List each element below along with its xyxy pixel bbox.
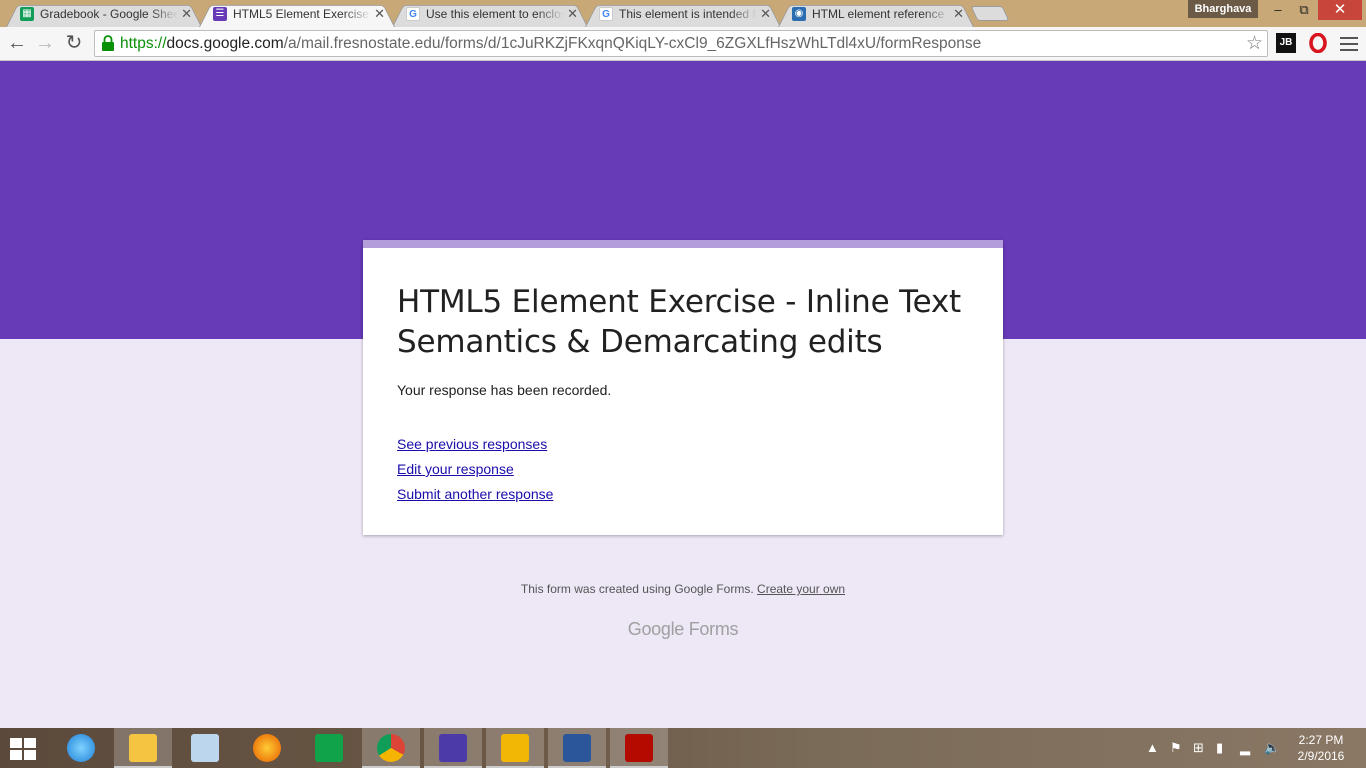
tab-gradebook[interactable]: ▦ Gradebook - Google Sheets ✕ [6, 2, 202, 27]
file-explorer-icon[interactable] [114, 728, 172, 768]
tab-title: HTML element reference - [812, 7, 950, 21]
address-bar[interactable]: https://docs.google.com/a/mail.fresnosta… [94, 30, 1268, 57]
chrome-icon[interactable] [362, 728, 420, 768]
url-text: https://docs.google.com/a/mail.fresnosta… [120, 35, 982, 52]
forward-arrow-icon[interactable]: → [33, 32, 57, 56]
create-your-own-link[interactable]: Create your own [757, 582, 845, 596]
volume-icon[interactable]: 🔈 [1264, 740, 1280, 756]
tab-title: HTML5 Element Exercise - Inline Text Sem… [233, 7, 371, 21]
bookmark-star-icon[interactable]: ☆ [1246, 32, 1263, 55]
tray-chevron-icon[interactable]: ▲ [1146, 740, 1159, 755]
tab-this-element-intended[interactable]: G This element is intended for ✕ [585, 2, 781, 27]
reload-icon[interactable]: ↻ [62, 32, 86, 56]
restore-icon[interactable]: ⧉ [1291, 0, 1317, 20]
close-tab-icon[interactable]: ✕ [374, 6, 385, 22]
window-close-icon[interactable]: ✕ [1318, 0, 1362, 20]
response-links: See previous responses Edit your respons… [397, 432, 553, 507]
forms-wordmark: Forms [688, 619, 739, 639]
close-tab-icon[interactable]: ✕ [567, 6, 578, 22]
profile-button[interactable]: Bharghava [1188, 0, 1258, 18]
clock-time: 2:27 PM [1298, 733, 1344, 747]
tab-title: This element is intended for [619, 7, 757, 21]
confirmation-message: Your response has been recorded. [397, 382, 612, 398]
tab-title: Gradebook - Google Sheets [40, 7, 178, 21]
network-signal-icon[interactable]: ▂ [1240, 740, 1250, 756]
close-tab-icon[interactable]: ✕ [181, 6, 192, 22]
response-card: HTML5 Element Exercise - Inline Text Sem… [363, 240, 1003, 535]
back-arrow-icon[interactable]: ← [5, 32, 29, 56]
footer-note: This form was created using Google Forms… [520, 582, 754, 596]
close-tab-icon[interactable]: ✕ [760, 6, 771, 22]
windows-start-icon[interactable] [10, 738, 38, 760]
video-player-icon[interactable] [486, 728, 544, 768]
tab-use-this-element[interactable]: G Use this element to enclose ✕ [392, 2, 588, 27]
firefox-icon[interactable] [238, 728, 296, 768]
google-icon: G [599, 7, 613, 21]
browser-tabstrip: ▦ Gradebook - Google Sheets ✕ G Use this… [0, 0, 1366, 27]
system-clock[interactable]: 2:27 PM 2/9/2016 [1288, 732, 1354, 764]
microsoft-word-icon[interactable] [548, 728, 606, 768]
google-forms-logo[interactable]: Google Forms [0, 619, 1366, 640]
battery-icon[interactable]: ▮ [1216, 740, 1223, 756]
windows-tray-icon[interactable]: ⊞ [1193, 740, 1204, 756]
form-footer: This form was created using Google Forms… [0, 582, 1366, 596]
card-accent-bar [363, 240, 1003, 248]
action-center-flag-icon[interactable]: ⚑ [1170, 740, 1182, 756]
internet-explorer-icon[interactable] [52, 728, 110, 768]
adobe-reader-icon[interactable] [610, 728, 668, 768]
edit-response-link[interactable]: Edit your response [397, 457, 553, 482]
minimize-icon[interactable]: – [1265, 0, 1291, 20]
lock-icon [102, 35, 114, 51]
settings-gear-icon[interactable] [424, 728, 482, 768]
tab-html5-element-exercise[interactable]: ☰ HTML5 Element Exercise - Inline Text S… [199, 2, 395, 27]
form-title: HTML5 Element Exercise - Inline Text Sem… [397, 284, 962, 360]
google-wordmark: Google [627, 619, 685, 639]
tab-title: Use this element to enclose [426, 7, 564, 21]
tab-html-element-reference[interactable]: ◉ HTML element reference - ✕ [778, 2, 974, 27]
mdn-icon: ◉ [792, 7, 806, 21]
forms-icon: ☰ [213, 7, 227, 21]
browser-toolbar: ← → ↻ https://docs.google.com/a/mail.fre… [0, 27, 1366, 61]
opera-extension-icon[interactable] [1308, 33, 1328, 53]
clock-date: 2/9/2016 [1297, 749, 1345, 763]
google-icon: G [406, 7, 420, 21]
close-tab-icon[interactable]: ✕ [953, 6, 964, 22]
windows-store-icon[interactable] [300, 728, 358, 768]
windows-taskbar: ▲ ⚑ ⊞ ▮ ▂ 🔈 2:27 PM 2/9/2016 [0, 728, 1366, 768]
form-response-page: HTML5 Element Exercise - Inline Text Sem… [0, 61, 1366, 728]
chrome-menu-icon[interactable] [1340, 33, 1358, 53]
sheets-icon: ▦ [20, 7, 34, 21]
submit-another-response-link[interactable]: Submit another response [397, 482, 553, 507]
see-previous-responses-link[interactable]: See previous responses [397, 432, 553, 457]
new-tab-button[interactable] [970, 6, 1010, 21]
remote-desktop-icon[interactable] [176, 728, 234, 768]
jb-extension-icon[interactable]: JB [1276, 33, 1296, 53]
